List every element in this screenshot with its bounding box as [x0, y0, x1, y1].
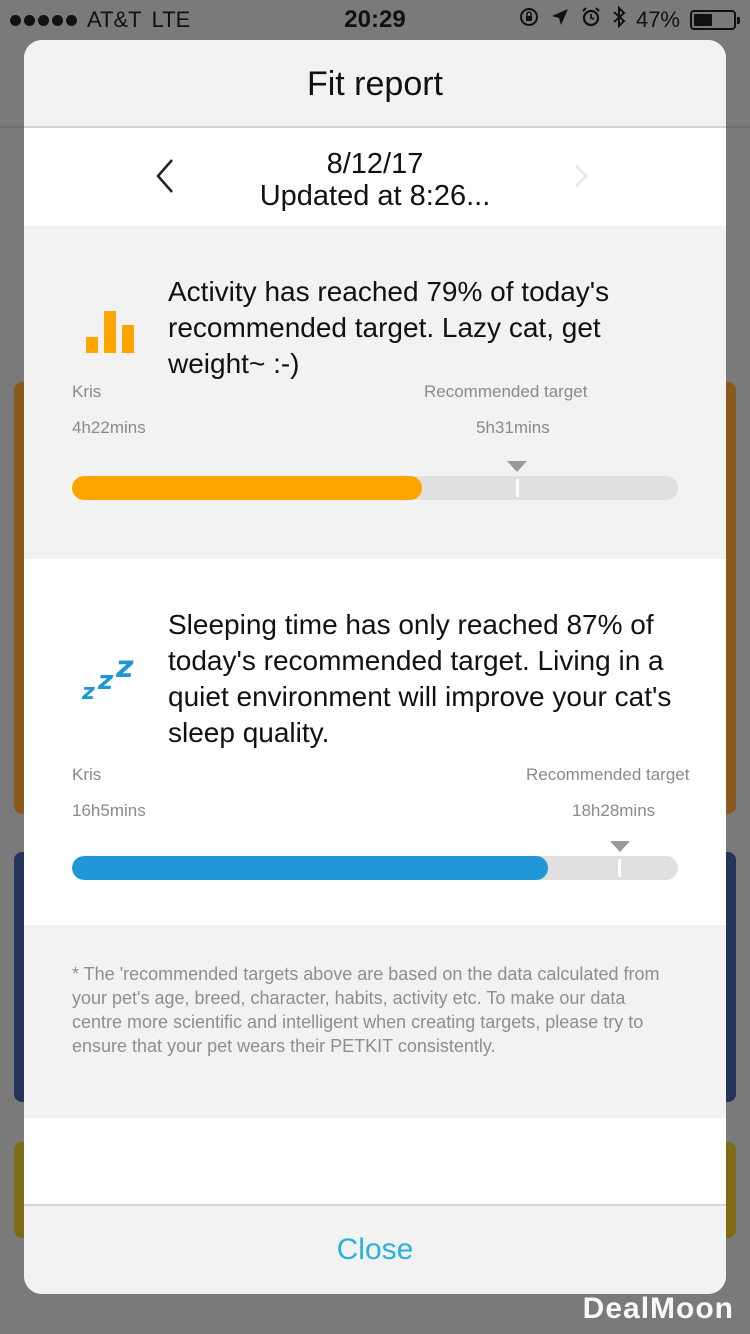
- activity-progress-bar: [72, 476, 678, 500]
- svg-text:z: z: [115, 650, 134, 685]
- sleep-message: Sleeping time has only reached 87% of to…: [168, 609, 672, 748]
- battery-percent: 47%: [635, 7, 680, 32]
- previous-day-button[interactable]: [152, 156, 182, 196]
- battery-fill: [694, 14, 712, 26]
- sleep-target-label: Recommended target: [526, 765, 690, 784]
- battery-icon: [690, 10, 740, 30]
- activity-pet-name: Kris: [72, 382, 102, 401]
- sleep-target-marker-icon: [610, 841, 630, 852]
- close-button[interactable]: Close: [24, 1204, 726, 1294]
- location-arrow-icon: [550, 7, 570, 33]
- date-navigator: 8/12/17 Updated at 8:26...: [24, 128, 726, 226]
- activity-progress-fill: [72, 476, 423, 500]
- watermark-logo: DealMoon: [582, 1292, 734, 1325]
- updated-time: Updated at 8:26...: [259, 180, 491, 212]
- rotation-lock-icon: [518, 6, 540, 34]
- activity-target-marker-icon: [507, 461, 527, 472]
- activity-bars-icon: [82, 301, 142, 361]
- report-date: 8/12/17: [326, 148, 424, 180]
- sleep-progress-bar: [72, 856, 678, 880]
- svg-text:z: z: [97, 666, 114, 696]
- chevron-left-icon: [156, 159, 173, 193]
- sleep-target-value: 18h28mins: [572, 801, 656, 820]
- activity-target-line: [516, 479, 519, 497]
- modal-title: Fit report: [24, 40, 726, 128]
- bluetooth-icon: [612, 5, 626, 35]
- modal-spacer: [24, 1118, 726, 1204]
- sleep-section: z z z Sleeping time has only reached 87%…: [24, 559, 726, 925]
- next-day-button[interactable]: [568, 156, 598, 196]
- status-right: 47%: [518, 5, 740, 35]
- fit-report-modal: Fit report 8/12/17 Updated at 8:26... Ac…: [24, 40, 726, 1294]
- recommendation-note: * The 'recommended targets above are bas…: [24, 926, 726, 1118]
- activity-target-value: 5h31mins: [476, 418, 550, 437]
- activity-pet-value: 4h22mins: [72, 418, 146, 437]
- status-left: AT&T LTE: [10, 7, 190, 33]
- activity-target-label: Recommended target: [424, 382, 588, 401]
- sleep-pet-value: 16h5mins: [72, 801, 146, 820]
- activity-section: Activity has reached 79% of today's reco…: [24, 226, 726, 559]
- activity-message: Activity has reached 79% of today's reco…: [168, 276, 610, 379]
- signal-strength-icon: [10, 14, 77, 26]
- chevron-right-icon: [575, 165, 588, 187]
- network-label: LTE: [151, 7, 191, 32]
- alarm-icon: [580, 6, 602, 34]
- svg-text:z: z: [82, 680, 95, 705]
- date-display: 8/12/17 Updated at 8:26...: [24, 128, 726, 212]
- sleep-progress-fill: [72, 856, 548, 880]
- sleep-zzz-icon: z z z: [81, 649, 142, 709]
- status-bar: AT&T LTE 20:29 47%: [0, 0, 750, 40]
- carrier-label: AT&T: [87, 7, 142, 32]
- sleep-target-line: [618, 859, 621, 877]
- sleep-pet-name: Kris: [72, 765, 102, 784]
